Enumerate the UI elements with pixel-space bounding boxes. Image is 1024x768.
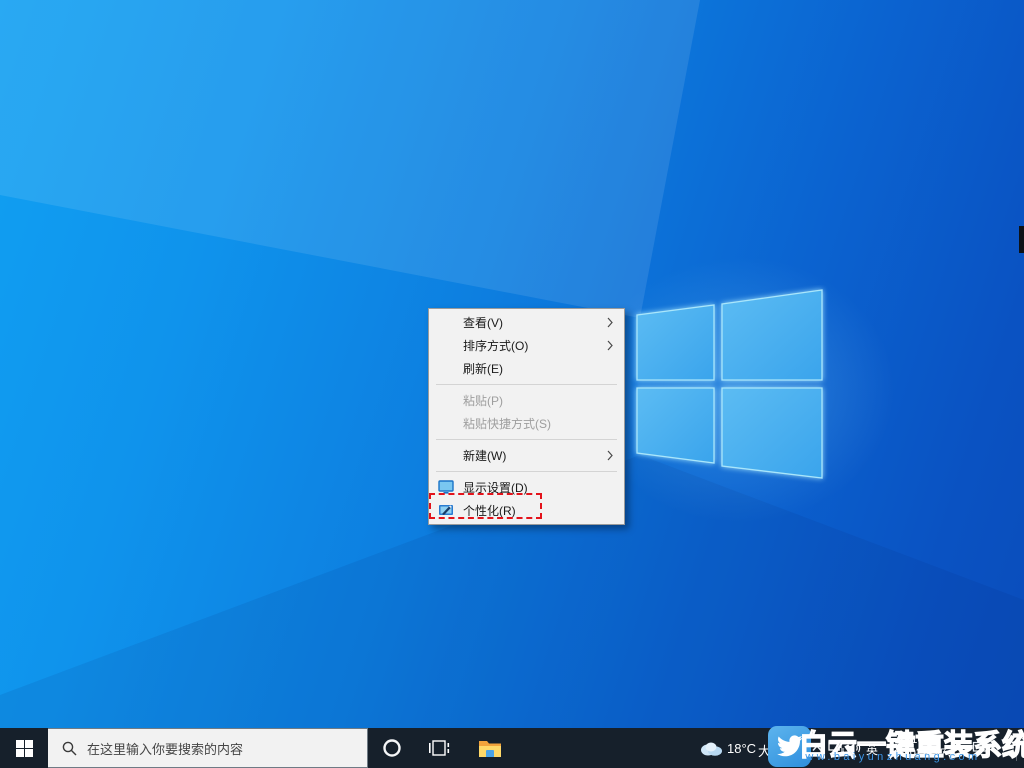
file-explorer-button[interactable] <box>468 728 512 768</box>
volume-icon[interactable] <box>847 741 862 755</box>
menu-separator <box>429 380 624 389</box>
menu-separator <box>429 467 624 476</box>
submenu-chevron-icon <box>607 317 613 328</box>
start-button[interactable] <box>0 728 48 768</box>
search-placeholder: 在这里输入你要搜索的内容 <box>87 739 243 758</box>
taskbar-search-input[interactable]: 在这里输入你要搜索的内容 <box>48 728 368 768</box>
menu-item-paste-shortcut: 粘贴快捷方式(S) <box>429 412 624 435</box>
weather-temperature[interactable]: 18°C <box>727 741 756 756</box>
highlight-box-personalize <box>429 493 542 519</box>
search-icon <box>62 741 77 756</box>
weather-cloud-icon <box>698 740 724 756</box>
menu-item-paste: 粘贴(P) <box>429 389 624 412</box>
menu-item-label: 查看(V) <box>463 314 503 331</box>
clock-time: 16:05 <box>897 734 953 747</box>
menu-item-label: 粘贴(P) <box>463 392 503 409</box>
desktop: 查看(V) 排序方式(O) 刷新(E) 粘贴(P) 粘贴快捷方式(S) 新建(W… <box>0 0 1024 768</box>
network-icon[interactable] <box>828 741 845 755</box>
taskbar-clock[interactable]: 16:05 2022/3/7 <box>897 734 953 760</box>
show-desktop-button[interactable] <box>1017 728 1024 768</box>
task-view-button[interactable] <box>418 728 462 768</box>
menu-item-label: 刷新(E) <box>463 360 503 377</box>
menu-item-view[interactable]: 查看(V) <box>429 311 624 334</box>
hidden-icons-chevron-icon[interactable] <box>812 744 822 752</box>
menu-item-label: 排序方式(O) <box>463 337 528 354</box>
menu-item-label: 新建(W) <box>463 447 506 464</box>
menu-item-sort-by[interactable]: 排序方式(O) <box>429 334 624 357</box>
clock-date: 2022/3/7 <box>897 747 953 760</box>
menu-separator <box>429 435 624 444</box>
language-indicator[interactable]: 英 <box>866 741 878 758</box>
file-explorer-icon <box>478 738 502 758</box>
submenu-chevron-icon <box>607 450 613 461</box>
submenu-chevron-icon <box>607 340 613 351</box>
taskbar: 在这里输入你要搜索的内容 <box>0 728 1024 768</box>
task-view-icon <box>429 739 451 757</box>
windows-logo <box>630 285 830 485</box>
menu-item-new[interactable]: 新建(W) <box>429 444 624 467</box>
cortana-button[interactable] <box>370 728 414 768</box>
windows-start-icon <box>16 740 33 757</box>
screen-edge-artifact <box>1019 226 1024 253</box>
action-center-icon[interactable] <box>972 741 988 755</box>
weather-condition[interactable]: 大 <box>758 741 771 760</box>
cortana-icon <box>382 738 402 758</box>
menu-item-label: 粘贴快捷方式(S) <box>463 415 551 432</box>
menu-item-refresh[interactable]: 刷新(E) <box>429 357 624 380</box>
